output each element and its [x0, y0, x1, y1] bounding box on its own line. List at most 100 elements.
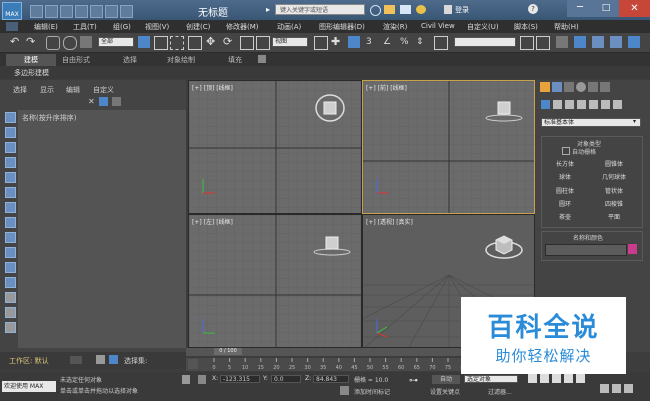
shape-filter-icon[interactable] [5, 127, 16, 138]
mini-curve-editor-icon[interactable] [188, 359, 198, 369]
systems-icon[interactable] [613, 100, 622, 109]
menu-civil-view[interactable]: Civil View [421, 22, 455, 30]
geometry-filter-icon[interactable] [5, 112, 16, 123]
utilities-tab-icon[interactable] [600, 82, 610, 92]
percent-snap-icon[interactable]: % [400, 36, 412, 48]
mirror-icon[interactable] [520, 36, 534, 50]
menu-views[interactable]: 视图(V) [145, 22, 169, 32]
primitive-category-dropdown[interactable]: 标准基本体 [541, 118, 641, 127]
chevron-down-icon[interactable]: ▾ [633, 118, 636, 125]
close-filter-icon[interactable]: ✕ [88, 97, 95, 106]
tab-selection[interactable]: 选择 [123, 55, 137, 65]
undo-icon[interactable] [75, 5, 88, 18]
modify-tab-icon[interactable] [552, 82, 562, 92]
time-slider-thumb[interactable]: 0 / 100 [214, 348, 242, 355]
lights-icon[interactable] [565, 100, 574, 109]
hierarchy-tab-icon[interactable] [564, 82, 574, 92]
explorer-tab-display[interactable]: 显示 [40, 85, 54, 95]
redo-icon[interactable]: ↷ [26, 36, 38, 48]
more-icon[interactable] [120, 5, 133, 18]
selection-filter-dropdown[interactable]: 全部 [98, 37, 134, 47]
undo-icon[interactable]: ↶ [10, 36, 22, 48]
zoom-icon[interactable] [600, 384, 609, 393]
login-link[interactable]: 登录 [455, 5, 469, 15]
display-none-icon[interactable] [5, 307, 16, 318]
layer-filter-icon[interactable] [112, 97, 121, 106]
create-geosphere-button[interactable]: 几何球体 [594, 173, 634, 183]
space-warps-icon[interactable] [601, 100, 610, 109]
name-color-title[interactable]: 名称和颜色 [573, 233, 603, 242]
menu-edit[interactable]: 编辑(E) [34, 22, 58, 32]
menu-rendering[interactable]: 渲染(R) [383, 22, 407, 32]
keyboard-shortcut-override-icon[interactable] [348, 36, 360, 48]
ribbon-options-icon[interactable] [258, 55, 266, 63]
tab-populate[interactable]: 填充 [228, 55, 242, 65]
viewport-label[interactable]: [+] [透视] [真实] [366, 217, 413, 226]
viewport-label[interactable]: [+] [前] [线框] [366, 83, 407, 92]
open-file-icon[interactable] [45, 5, 58, 18]
create-box-button[interactable]: 长方体 [545, 160, 585, 170]
auto-key-button[interactable]: 自动 [432, 375, 460, 384]
explorer-tab-select[interactable]: 选择 [13, 85, 27, 95]
key-icon[interactable]: ⊶ [409, 377, 425, 386]
explorer-tab-customize[interactable]: 自定义 [93, 85, 114, 95]
layer-icon[interactable] [96, 355, 105, 364]
display-all-icon[interactable] [5, 292, 16, 303]
selection-set-icon[interactable] [109, 355, 118, 364]
viewcube-top[interactable] [312, 92, 348, 124]
key-mode-dropdown[interactable]: 选定对象 [464, 375, 518, 383]
cameras-icon[interactable] [577, 100, 586, 109]
rendered-frame-window-icon[interactable] [610, 36, 622, 48]
tab-modeling[interactable]: 建模 [24, 55, 38, 65]
help-icon[interactable]: ? [528, 4, 538, 14]
angle-snap-icon[interactable]: ∠ [383, 36, 395, 48]
favorites-icon[interactable] [416, 5, 426, 14]
filter-icon[interactable] [99, 97, 108, 106]
create-cylinder-button[interactable]: 圆柱体 [545, 187, 585, 197]
menu-modifiers[interactable]: 修改器(M) [226, 22, 259, 32]
hidden-filter-icon[interactable] [5, 277, 16, 288]
menu-scripting[interactable]: 脚本(S) [514, 22, 538, 32]
select-link-icon[interactable] [46, 36, 60, 50]
autogrid-checkbox[interactable] [562, 147, 570, 155]
align-icon[interactable] [536, 36, 550, 50]
geometry-icon[interactable] [541, 100, 550, 109]
app-menu-icon[interactable] [6, 22, 18, 31]
viewport-label[interactable]: [+] [左] [线框] [192, 217, 233, 226]
pan-icon[interactable] [612, 384, 621, 393]
search-expand-icon[interactable]: ▸ [266, 5, 274, 14]
edit-named-selection-icon[interactable] [434, 36, 448, 50]
create-pyramid-button[interactable]: 四棱锥 [594, 200, 634, 210]
select-rotate-icon[interactable]: ⟳ [223, 36, 235, 48]
spacewarp-filter-icon[interactable] [5, 187, 16, 198]
object-color-swatch[interactable] [628, 244, 637, 254]
create-tube-button[interactable]: 管状体 [594, 187, 634, 197]
add-time-tag[interactable]: 添加时间标记 [354, 387, 390, 396]
helper-filter-icon[interactable] [5, 172, 16, 183]
menu-animation[interactable]: 动画(A) [277, 22, 301, 32]
pivot-center-icon[interactable] [314, 36, 328, 50]
viewcube-front[interactable] [484, 96, 524, 124]
app-logo[interactable]: MAX [2, 2, 22, 20]
light-filter-icon[interactable] [5, 142, 16, 153]
named-selection-sets-dropdown[interactable] [454, 37, 516, 47]
layer-explorer-icon[interactable] [574, 36, 586, 48]
motion-tab-icon[interactable] [576, 82, 586, 92]
go-to-end-icon[interactable] [576, 374, 585, 383]
tab-object-paint[interactable]: 对象绘制 [167, 55, 195, 65]
select-by-name-icon[interactable] [154, 36, 168, 50]
create-sphere-button[interactable]: 球体 [545, 173, 585, 183]
viewcube-left[interactable] [312, 232, 352, 260]
lock-selection-icon[interactable] [182, 375, 190, 384]
render-setup-icon[interactable] [592, 36, 604, 48]
bone-filter-icon[interactable] [5, 232, 16, 243]
window-crossing-icon[interactable] [188, 36, 202, 50]
time-tag-icon[interactable] [340, 386, 349, 395]
menu-tools[interactable]: 工具(T) [73, 22, 97, 32]
select-object-icon[interactable] [138, 36, 150, 48]
x-coordinate-field[interactable]: -123.315 [220, 375, 260, 383]
helpers-icon[interactable] [589, 100, 598, 109]
subscription-icon[interactable] [384, 5, 395, 14]
shapes-icon[interactable] [553, 100, 562, 109]
polygon-modeling-label[interactable]: 多边形建模 [14, 68, 49, 78]
